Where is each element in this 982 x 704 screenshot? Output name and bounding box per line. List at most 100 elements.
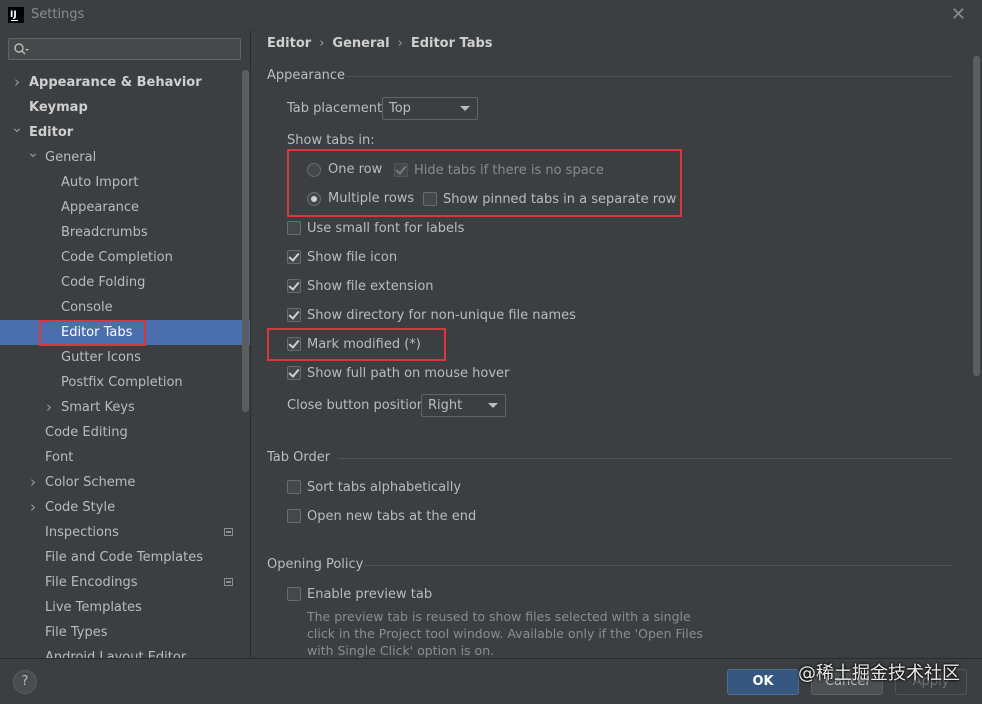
sidebar-item[interactable]: Code Editing: [0, 420, 250, 445]
multiple-rows-radio[interactable]: [307, 192, 321, 206]
preview-tab-label[interactable]: Enable preview tab: [307, 587, 432, 602]
close-button-position-label: Close button position:: [287, 398, 430, 413]
sidebar-item[interactable]: Code Completion: [0, 245, 250, 270]
project-scope-icon: [224, 578, 233, 586]
file-extension-label[interactable]: Show file extension: [307, 279, 434, 294]
sidebar-item-label: Code Folding: [61, 275, 146, 290]
chevron-right-icon[interactable]: ›: [11, 70, 23, 95]
breadcrumb-editor-tabs: Editor Tabs: [410, 36, 493, 51]
chevron-right-icon: ›: [397, 36, 403, 51]
sidebar-item[interactable]: Inspections: [0, 520, 250, 545]
sidebar-item[interactable]: Code Folding: [0, 270, 250, 295]
breadcrumb-general[interactable]: General: [332, 36, 389, 51]
sidebar-item[interactable]: Editor Tabs: [0, 320, 250, 345]
dropdown-arrow-icon: [460, 106, 470, 111]
file-icon-label[interactable]: Show file icon: [307, 250, 397, 265]
pinned-tabs-label[interactable]: Show pinned tabs in a separate row: [443, 192, 676, 207]
settings-sidebar: › Appearance & Behavior Keymap ⌄ Editor ⌄ Gene…: [0, 30, 250, 658]
mark-modified-checkbox[interactable]: [287, 337, 301, 351]
sidebar-item[interactable]: Font: [0, 445, 250, 470]
sidebar-item[interactable]: Postfix Completion: [0, 370, 250, 395]
open-at-end-label[interactable]: Open new tabs at the end: [307, 509, 476, 524]
sidebar-item[interactable]: File Types: [0, 620, 250, 645]
full-path-checkbox[interactable]: [287, 366, 301, 380]
show-tabs-in-label: Show tabs in:: [287, 133, 375, 148]
sort-alphabetically-label[interactable]: Sort tabs alphabetically: [307, 480, 461, 495]
section-divider: [346, 76, 952, 77]
sidebar-item-label: Keymap: [29, 100, 88, 115]
file-extension-checkbox[interactable]: [287, 279, 301, 293]
sidebar-item[interactable]: File Encodings: [0, 570, 250, 595]
tab-placement-select[interactable]: Top: [382, 97, 478, 120]
project-scope-icon: [224, 528, 233, 536]
hide-tabs-label[interactable]: Hide tabs if there is no space: [414, 163, 604, 178]
section-title-appearance: Appearance: [267, 68, 346, 83]
sidebar-item[interactable]: Console: [0, 295, 250, 320]
section-title-opening-policy: Opening Policy: [267, 557, 364, 572]
search-input[interactable]: [8, 38, 241, 60]
help-button[interactable]: ?: [13, 670, 37, 694]
sidebar-item-label: Console: [61, 300, 113, 315]
sidebar-item-label: Code Style: [45, 500, 116, 515]
sidebar-item-label: Appearance: [61, 200, 140, 215]
multiple-rows-label[interactable]: Multiple rows: [328, 191, 414, 206]
one-row-label[interactable]: One row: [328, 162, 382, 177]
sidebar-item[interactable]: Live Templates: [0, 595, 250, 620]
sidebar-item[interactable]: File and Code Templates: [0, 545, 250, 570]
preview-tab-checkbox[interactable]: [287, 587, 301, 601]
ok-button[interactable]: OK: [727, 669, 799, 695]
pinned-tabs-checkbox[interactable]: [423, 192, 437, 206]
window-title: Settings: [31, 7, 85, 22]
full-path-label[interactable]: Show full path on mouse hover: [307, 366, 509, 381]
sidebar-item[interactable]: › Color Scheme: [0, 470, 250, 495]
sidebar-item[interactable]: ⌄ General: [0, 145, 250, 170]
sidebar-item[interactable]: › Appearance & Behavior: [0, 70, 250, 95]
chevron-down-icon[interactable]: ⌄: [27, 141, 39, 166]
mark-modified-label[interactable]: Mark modified (*): [307, 337, 421, 352]
sidebar-item[interactable]: Gutter Icons: [0, 345, 250, 370]
one-row-radio[interactable]: [307, 163, 321, 177]
close-button-position-select[interactable]: Right: [421, 394, 506, 417]
open-at-end-checkbox[interactable]: [287, 509, 301, 523]
sidebar-item[interactable]: Appearance: [0, 195, 250, 220]
sidebar-item[interactable]: › Smart Keys: [0, 395, 250, 420]
chevron-down-icon[interactable]: ⌄: [11, 116, 23, 141]
directory-checkbox[interactable]: [287, 308, 301, 322]
small-font-label[interactable]: Use small font for labels: [307, 221, 464, 236]
intellij-logo-icon: IJ: [8, 7, 24, 23]
chevron-right-icon[interactable]: ›: [27, 470, 39, 495]
hide-tabs-checkbox[interactable]: [394, 163, 408, 177]
watermark: @稀土掘金技术社区: [798, 663, 960, 684]
sidebar-item-label: Smart Keys: [61, 400, 135, 415]
close-button-position-value: Right: [428, 398, 463, 413]
breadcrumb: Editor › General › Editor Tabs: [267, 36, 493, 51]
directory-label[interactable]: Show directory for non-unique file names: [307, 308, 576, 323]
chevron-right-icon[interactable]: ›: [27, 495, 39, 520]
sidebar-item-label: Font: [45, 450, 74, 465]
sidebar-item-label: Live Templates: [45, 600, 142, 615]
sidebar-item-label: Code Completion: [61, 250, 173, 265]
sidebar-item[interactable]: Android Layout Editor: [0, 645, 250, 658]
sidebar-scrollbar[interactable]: [242, 70, 249, 412]
sidebar-item[interactable]: Breadcrumbs: [0, 220, 250, 245]
small-font-checkbox[interactable]: [287, 221, 301, 235]
preview-tab-help-text: The preview tab is reused to show files …: [307, 609, 703, 658]
sidebar-item[interactable]: Auto Import: [0, 170, 250, 195]
sidebar-item-label: Color Scheme: [45, 475, 136, 490]
main-scrollbar[interactable]: [973, 56, 980, 376]
sort-alphabetically-checkbox[interactable]: [287, 480, 301, 494]
breadcrumb-editor[interactable]: Editor: [267, 36, 311, 51]
tab-placement-label: Tab placement:: [287, 101, 387, 116]
tab-placement-value: Top: [389, 101, 411, 116]
sidebar-item-label: Auto Import: [61, 175, 139, 190]
dropdown-arrow-icon: [488, 403, 498, 408]
file-icon-checkbox[interactable]: [287, 250, 301, 264]
sidebar-item-label: Breadcrumbs: [61, 225, 148, 240]
close-icon[interactable]: ✕: [951, 4, 966, 25]
chevron-right-icon[interactable]: ›: [43, 395, 55, 420]
sidebar-item[interactable]: Keymap: [0, 95, 250, 120]
sidebar-item-label: Editor Tabs: [61, 325, 133, 340]
sidebar-item-label: File and Code Templates: [45, 550, 203, 565]
sidebar-item-label: Postfix Completion: [61, 375, 183, 390]
sidebar-item[interactable]: › Code Style: [0, 495, 250, 520]
